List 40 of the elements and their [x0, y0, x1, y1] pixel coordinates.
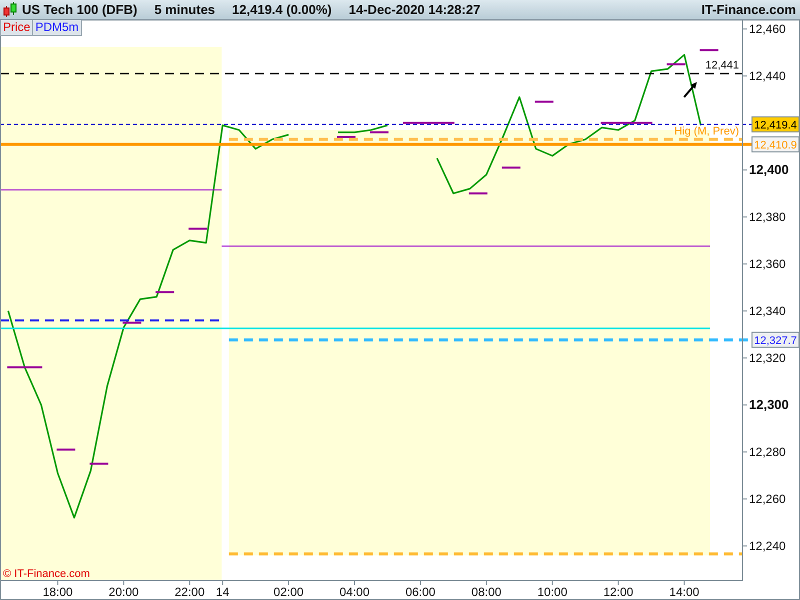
axis-label: 06:00 — [405, 585, 436, 599]
axis-label: 12,440 — [749, 68, 786, 83]
copyright-text: © IT-Finance.com — [3, 568, 90, 580]
axis-label: 02:00 — [274, 585, 304, 599]
ref-line-label: 12,419.4 — [754, 119, 797, 132]
candlestick-icon — [3, 2, 17, 18]
axis-label: 22:00 — [174, 585, 205, 599]
axis-label: 04:00 — [340, 585, 370, 599]
axis-label: 12:00 — [603, 585, 634, 599]
arrow — [683, 82, 697, 98]
level-label: 12,441 — [705, 60, 739, 72]
axis-label: 20:00 — [108, 585, 139, 599]
timestamp: 14-Dec-2020 14:28:27 — [348, 2, 480, 17]
level-label: Hig (M, Prev) — [674, 125, 739, 138]
axis-label: 12,400 — [749, 162, 789, 177]
axis-label: 12,320 — [749, 350, 786, 365]
axis-label: 14:00 — [669, 585, 700, 599]
axis-label: 12,360 — [749, 256, 786, 271]
axis-label: 08:00 — [471, 585, 502, 599]
price-tag: 12,410.9 — [752, 136, 800, 152]
price-tag: 12,419.4 — [752, 116, 800, 132]
chart-title: US Tech 100 (DFB) — [22, 2, 138, 17]
brand-name: IT-Finance.com — [701, 2, 796, 17]
axis-label: 12,380 — [749, 210, 786, 224]
ref-line-label: 12,410.9 — [754, 139, 797, 152]
axis-label: 14 — [216, 585, 230, 599]
axis-label: 10:00 — [537, 585, 568, 599]
axis-label: 12,460 — [749, 22, 786, 36]
axis-label: 12,300 — [749, 396, 789, 412]
price-tag: 12,327.7 — [752, 332, 800, 348]
interval-label: 5 minutes — [154, 2, 216, 17]
indicator-tab[interactable]: PDM5m — [33, 20, 82, 36]
price-quote: 12,419.4 (0.00%) — [232, 2, 332, 17]
axis-label: 12,280 — [749, 444, 786, 459]
axis-label: 12,240 — [749, 538, 786, 553]
axis-label: 18:00 — [42, 585, 73, 599]
axis-label: 12,340 — [749, 304, 786, 318]
axis-label: 12,260 — [749, 492, 786, 506]
ref-line-label: 12,327.7 — [754, 334, 797, 347]
indicator-tab[interactable]: Price — [0, 20, 34, 36]
